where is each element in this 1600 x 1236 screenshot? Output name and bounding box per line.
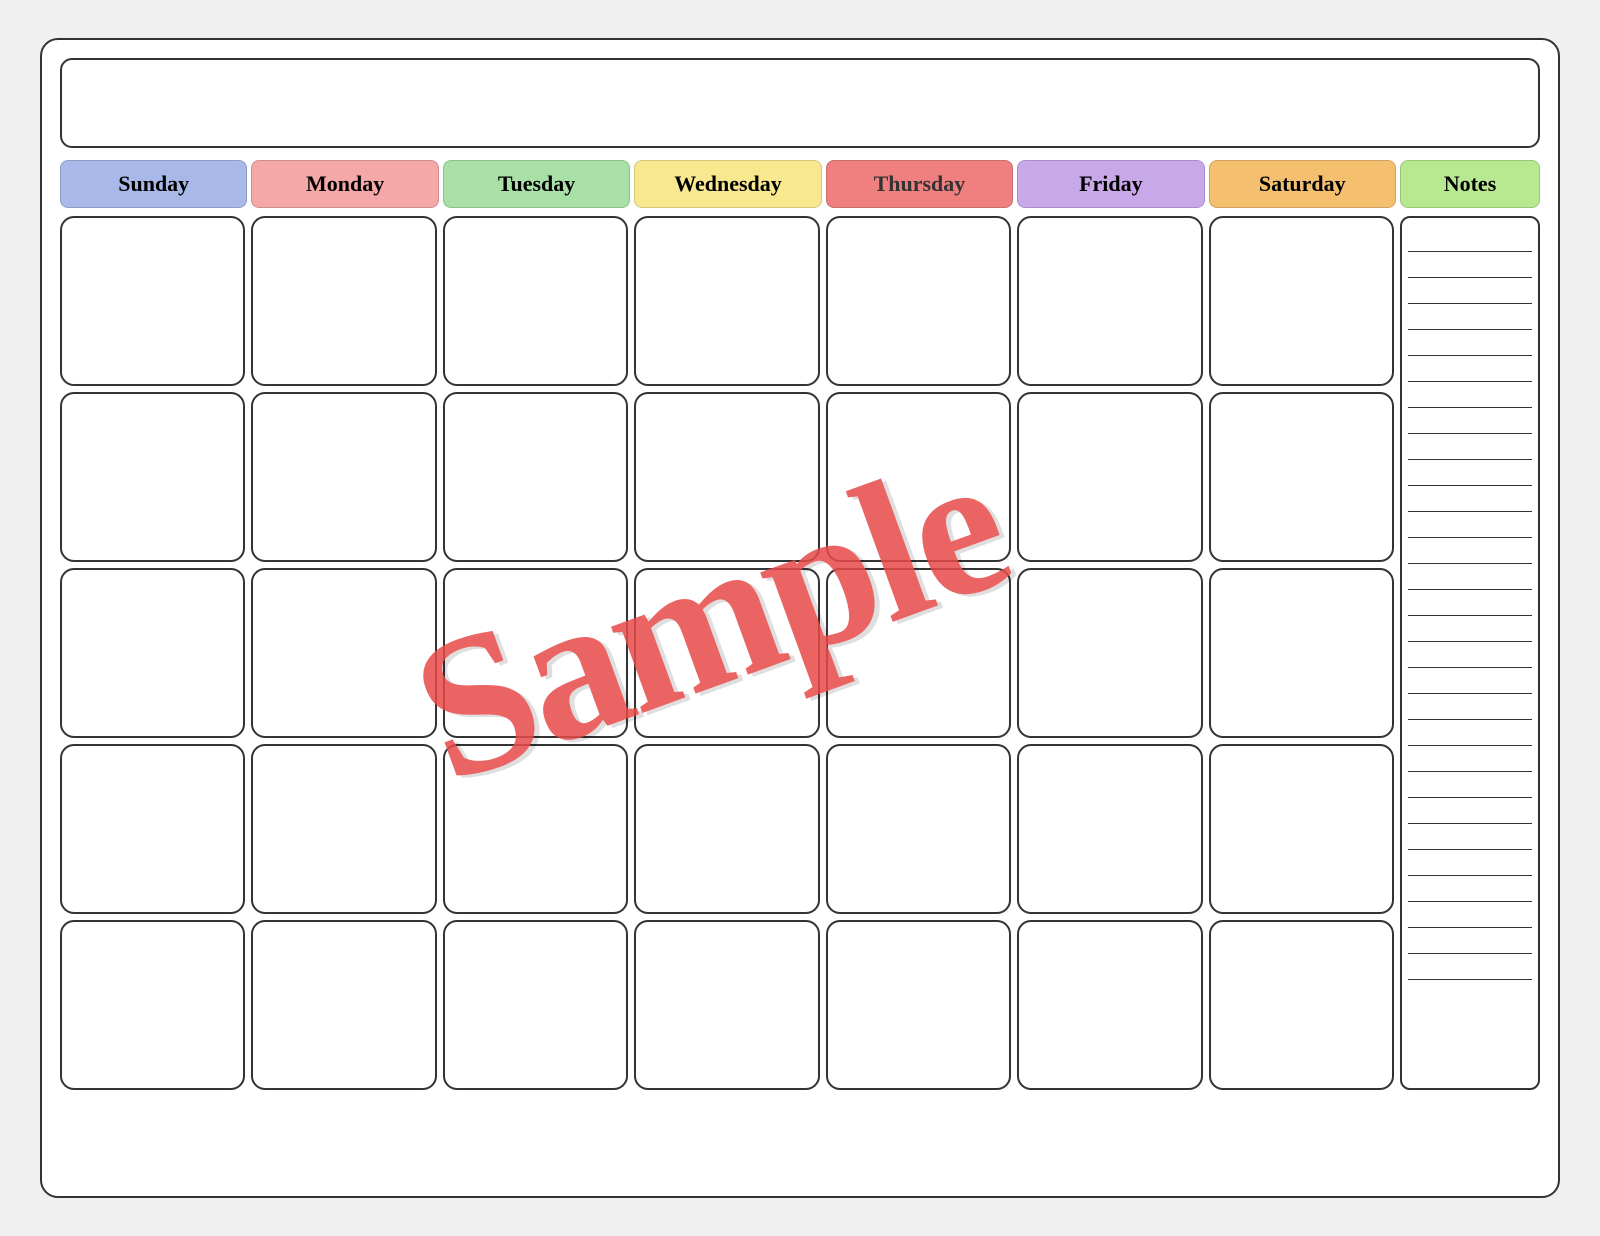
cell-w2-thu[interactable]	[826, 392, 1011, 562]
note-line	[1408, 382, 1532, 408]
note-line	[1408, 356, 1532, 382]
cell-w2-tue[interactable]	[443, 392, 628, 562]
cell-w1-fri[interactable]	[1017, 216, 1202, 386]
cell-w3-wed[interactable]	[634, 568, 819, 738]
cell-w3-thu[interactable]	[826, 568, 1011, 738]
day-headers: Sunday Monday Tuesday Wednesday Thursday…	[60, 160, 1540, 208]
note-line	[1408, 668, 1532, 694]
note-line	[1408, 226, 1532, 252]
cell-w2-mon[interactable]	[251, 392, 436, 562]
note-line	[1408, 512, 1532, 538]
cell-w4-tue[interactable]	[443, 744, 628, 914]
note-line	[1408, 330, 1532, 356]
calendar-container: Sunday Monday Tuesday Wednesday Thursday…	[40, 38, 1560, 1198]
note-line	[1408, 772, 1532, 798]
note-line	[1408, 954, 1532, 980]
header-wednesday: Wednesday	[634, 160, 821, 208]
cell-w1-sun[interactable]	[60, 216, 245, 386]
title-bar	[60, 58, 1540, 148]
cell-w4-fri[interactable]	[1017, 744, 1202, 914]
note-line	[1408, 980, 1532, 1006]
cell-w5-sat[interactable]	[1209, 920, 1394, 1090]
cell-w3-fri[interactable]	[1017, 568, 1202, 738]
note-line	[1408, 538, 1532, 564]
cell-w3-tue[interactable]	[443, 568, 628, 738]
cell-w4-sat[interactable]	[1209, 744, 1394, 914]
header-friday: Friday	[1017, 160, 1204, 208]
cell-w1-sat[interactable]	[1209, 216, 1394, 386]
cell-w5-fri[interactable]	[1017, 920, 1202, 1090]
cell-w4-mon[interactable]	[251, 744, 436, 914]
cell-w1-thu[interactable]	[826, 216, 1011, 386]
note-line	[1408, 278, 1532, 304]
note-line	[1408, 642, 1532, 668]
note-line	[1408, 434, 1532, 460]
note-line	[1408, 902, 1532, 928]
calendar-grid	[60, 216, 1540, 1090]
note-line	[1408, 850, 1532, 876]
note-line	[1408, 720, 1532, 746]
note-line	[1408, 304, 1532, 330]
cell-w4-sun[interactable]	[60, 744, 245, 914]
cell-w5-sun[interactable]	[60, 920, 245, 1090]
header-saturday: Saturday	[1209, 160, 1396, 208]
cell-w2-wed[interactable]	[634, 392, 819, 562]
note-line	[1408, 928, 1532, 954]
header-monday: Monday	[251, 160, 438, 208]
header-tuesday: Tuesday	[443, 160, 630, 208]
note-line	[1408, 486, 1532, 512]
notes-section[interactable]	[1400, 216, 1540, 1090]
cell-w5-thu[interactable]	[826, 920, 1011, 1090]
note-line	[1408, 590, 1532, 616]
header-sunday: Sunday	[60, 160, 247, 208]
cell-w3-sun[interactable]	[60, 568, 245, 738]
header-thursday: Thursday	[826, 160, 1013, 208]
note-line	[1408, 746, 1532, 772]
note-line	[1408, 408, 1532, 434]
cell-w2-sun[interactable]	[60, 392, 245, 562]
note-line	[1408, 616, 1532, 642]
note-line	[1408, 824, 1532, 850]
cell-w1-tue[interactable]	[443, 216, 628, 386]
cell-w5-wed[interactable]	[634, 920, 819, 1090]
note-line	[1408, 460, 1532, 486]
note-line	[1408, 252, 1532, 278]
cell-w1-wed[interactable]	[634, 216, 819, 386]
note-line	[1408, 564, 1532, 590]
note-line	[1408, 798, 1532, 824]
cell-w2-sat[interactable]	[1209, 392, 1394, 562]
cell-w2-fri[interactable]	[1017, 392, 1202, 562]
cell-w1-mon[interactable]	[251, 216, 436, 386]
cell-w3-sat[interactable]	[1209, 568, 1394, 738]
cell-w4-thu[interactable]	[826, 744, 1011, 914]
cell-w5-mon[interactable]	[251, 920, 436, 1090]
note-line	[1408, 694, 1532, 720]
note-line	[1408, 876, 1532, 902]
cell-w4-wed[interactable]	[634, 744, 819, 914]
cell-w3-mon[interactable]	[251, 568, 436, 738]
cell-w5-tue[interactable]	[443, 920, 628, 1090]
header-notes: Notes	[1400, 160, 1540, 208]
